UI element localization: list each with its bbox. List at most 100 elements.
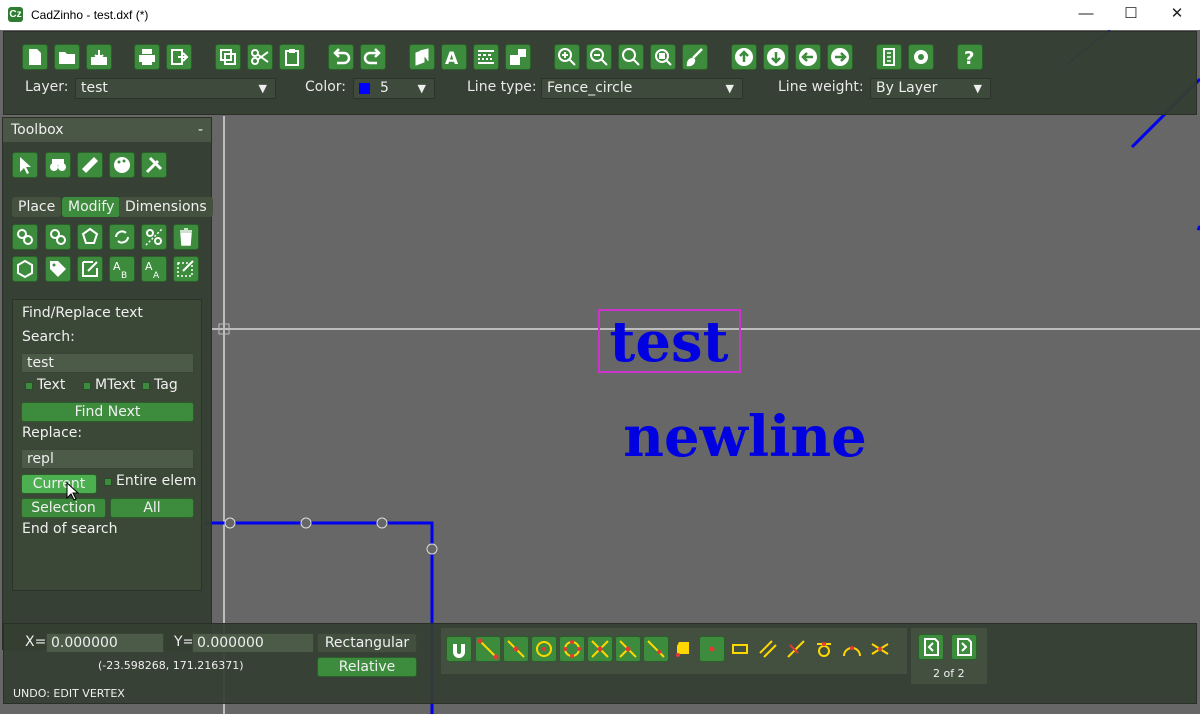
toolbox-header[interactable]: Toolbox -: [3, 118, 211, 142]
palette-icon[interactable]: [109, 152, 135, 178]
color-select[interactable]: 5 ▼: [353, 78, 435, 99]
tag-icon[interactable]: [45, 256, 71, 282]
zoom-in-icon[interactable]: [554, 44, 580, 70]
relative-button[interactable]: Relative: [317, 657, 417, 677]
save-icon[interactable]: [86, 44, 112, 70]
snap-parallel-icon[interactable]: [755, 636, 781, 662]
x-coordinate-input[interactable]: 0.000000: [46, 633, 164, 653]
explode-icon[interactable]: [12, 256, 38, 282]
edit-attrib-icon[interactable]: [173, 256, 199, 282]
replace-current-button[interactable]: Current: [21, 474, 97, 494]
rectangular-button[interactable]: Rectangular: [317, 633, 417, 653]
blocks-icon[interactable]: [505, 44, 531, 70]
mtext-checkbox[interactable]: [83, 382, 91, 390]
maximize-button[interactable]: ☐: [1108, 0, 1154, 30]
app-icon: Cz: [8, 7, 23, 22]
minimize-button[interactable]: —: [1063, 0, 1109, 30]
arrow-up-icon[interactable]: [731, 44, 757, 70]
mirror-icon[interactable]: [141, 224, 167, 250]
replace-selection-button[interactable]: Selection: [21, 498, 106, 518]
magnet-icon[interactable]: [446, 636, 472, 662]
snap-intersection-icon[interactable]: [587, 636, 613, 662]
copy-icon[interactable]: [215, 44, 241, 70]
snap-arc-icon[interactable]: [839, 636, 865, 662]
rotate-icon[interactable]: [109, 224, 135, 250]
canvas-text-test[interactable]: test: [610, 309, 729, 375]
vertex-grip[interactable]: [224, 517, 236, 529]
text-style-icon[interactable]: A: [441, 44, 467, 70]
arrow-down-icon[interactable]: [763, 44, 789, 70]
page-prev-icon[interactable]: [918, 634, 944, 660]
snap-insertion-icon[interactable]: [671, 636, 697, 662]
snap-rectangle-icon[interactable]: [727, 636, 753, 662]
redo-icon[interactable]: [360, 44, 386, 70]
zoom-out-icon[interactable]: [586, 44, 612, 70]
find-next-button[interactable]: Find Next: [21, 402, 194, 422]
search-status: End of search: [22, 521, 118, 537]
select-icon[interactable]: [12, 152, 38, 178]
zoom-all-icon[interactable]: [618, 44, 644, 70]
snap-center-icon[interactable]: [531, 636, 557, 662]
find-icon[interactable]: [45, 152, 71, 178]
tab-modify[interactable]: Modify: [62, 197, 121, 217]
open-folder-icon[interactable]: [54, 44, 80, 70]
vertex-grip[interactable]: [426, 543, 438, 555]
vertex-grip[interactable]: [376, 517, 388, 529]
y-coordinate-input[interactable]: 0.000000: [192, 633, 314, 653]
snap-quadrant-icon[interactable]: [559, 636, 585, 662]
paste-icon[interactable]: [279, 44, 305, 70]
snap-extension-icon[interactable]: [783, 636, 809, 662]
search-input[interactable]: test: [21, 353, 194, 373]
zoom-window-icon[interactable]: [650, 44, 676, 70]
lineweight-select[interactable]: By Layer ▼: [870, 78, 991, 99]
vertex-grip[interactable]: [300, 517, 312, 529]
tab-dimensions[interactable]: Dimensions: [119, 197, 213, 217]
mouse-cursor-icon: [66, 482, 80, 501]
snap-node-icon[interactable]: [699, 636, 725, 662]
canvas-text-newline[interactable]: newline: [623, 404, 866, 470]
text-aa-icon[interactable]: AA: [141, 256, 167, 282]
edit-icon[interactable]: [77, 256, 103, 282]
delete-icon[interactable]: [173, 224, 199, 250]
snap-endpoint-icon[interactable]: [475, 636, 501, 662]
close-button[interactable]: ✕: [1154, 0, 1200, 30]
replace-all-button[interactable]: All: [110, 498, 194, 518]
undo-icon[interactable]: [328, 44, 354, 70]
arrow-right-icon[interactable]: [827, 44, 853, 70]
snap-perpendicular-icon[interactable]: [615, 636, 641, 662]
entire-elem-checkbox[interactable]: [104, 478, 112, 486]
tools-icon[interactable]: [141, 152, 167, 178]
page-next-icon[interactable]: [951, 634, 977, 660]
gear-icon[interactable]: [908, 44, 934, 70]
replace-input[interactable]: repl: [21, 449, 194, 469]
duplicate-icon[interactable]: [45, 224, 71, 250]
script-icon[interactable]: [876, 44, 902, 70]
entire-elem-label: Entire elem: [116, 473, 197, 489]
toolbox-minimize-button[interactable]: -: [198, 118, 203, 142]
snap-any-icon[interactable]: [867, 636, 893, 662]
help-icon[interactable]: ?: [957, 44, 983, 70]
brush-icon[interactable]: [682, 44, 708, 70]
print-icon[interactable]: [134, 44, 160, 70]
export-icon[interactable]: [166, 44, 192, 70]
tab-place[interactable]: Place: [12, 197, 62, 217]
text-ab-icon[interactable]: AB: [109, 256, 135, 282]
line-types-icon[interactable]: [473, 44, 499, 70]
arrow-left-icon[interactable]: [795, 44, 821, 70]
cut-icon[interactable]: [247, 44, 273, 70]
text-checkbox[interactable]: [25, 382, 33, 390]
measure-icon[interactable]: [77, 152, 103, 178]
layers-icon[interactable]: [409, 44, 435, 70]
polygon-edit-icon[interactable]: [77, 224, 103, 250]
snap-midpoint-icon[interactable]: [503, 636, 529, 662]
page-status: 2 of 2: [933, 667, 965, 680]
snap-nearest-icon[interactable]: [643, 636, 669, 662]
snap-tangent-icon[interactable]: [811, 636, 837, 662]
new-file-icon[interactable]: [22, 44, 48, 70]
linetype-select[interactable]: Fence_circle ▼: [541, 78, 743, 99]
move-icon[interactable]: [12, 224, 38, 250]
layer-select[interactable]: test ▼: [75, 78, 276, 99]
chevron-down-icon: ▼: [417, 82, 426, 95]
status-bar: X= 0.000000 Y= 0.000000 Rectangular Rela…: [3, 623, 1197, 704]
tag-checkbox[interactable]: [142, 382, 150, 390]
